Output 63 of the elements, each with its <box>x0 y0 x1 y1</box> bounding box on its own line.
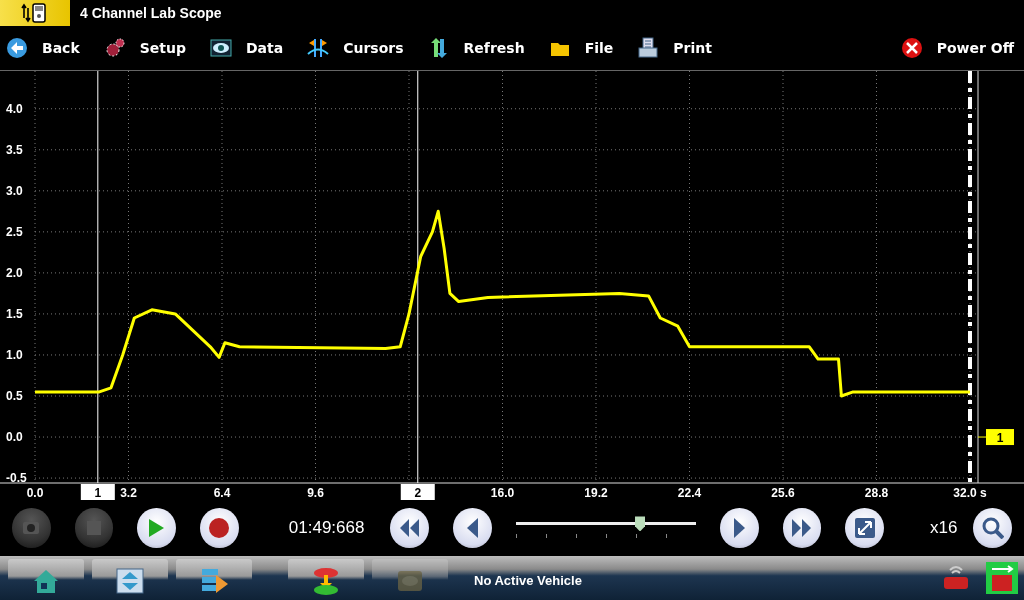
x-axis-label: 25.6 <box>771 485 795 500</box>
x-axis-label: 28.8 <box>864 485 889 500</box>
slider-thumb[interactable] <box>635 516 645 532</box>
step-forward-button[interactable] <box>719 508 759 549</box>
y-axis-label: 1.5 <box>6 306 23 321</box>
search-icon <box>981 517 1004 540</box>
x-axis-label: 22.4 <box>677 485 702 500</box>
y-axis-label: 2.5 <box>6 224 23 239</box>
step-back-icon <box>467 518 478 539</box>
y-axis-label: -0.5 <box>6 470 27 485</box>
window-title: 4 Channel Lab Scope <box>80 5 222 21</box>
fast-forward-icon <box>792 519 812 538</box>
resize-icon <box>854 518 875 539</box>
y-axis-label: 3.5 <box>6 142 23 157</box>
x-axis-label: 6.4 <box>213 485 231 500</box>
playback-slider[interactable] <box>515 516 696 541</box>
close-icon <box>900 36 923 59</box>
record-icon <box>209 518 230 539</box>
y-axis-label: 3.0 <box>6 183 23 198</box>
rewind-icon <box>400 519 420 538</box>
data-button[interactable]: Data <box>210 32 284 63</box>
x-axis-label: 32.0 s <box>953 485 987 500</box>
record-button[interactable] <box>200 508 239 549</box>
cursors-icon <box>307 36 330 59</box>
legend-label: 1 <box>996 430 1004 445</box>
y-axis-label: 1.0 <box>6 347 23 362</box>
x-axis-label: 9.6 <box>307 485 324 500</box>
vehicles-button[interactable] <box>288 559 364 598</box>
eye-icon <box>210 36 232 59</box>
gears-icon <box>103 36 126 59</box>
y-axis-label: 4.0 <box>6 101 23 116</box>
x-axis-label: 19.2 <box>584 485 608 500</box>
y-axis-label: 0.5 <box>6 388 23 403</box>
x-axis-label: 16.0 <box>490 485 515 500</box>
power-off-button[interactable]: Power Off <box>900 32 1014 63</box>
time-readout: 01:49:668 <box>288 518 365 539</box>
file-button[interactable]: File <box>548 32 614 63</box>
x-axis-label: 0.0 <box>26 485 44 500</box>
scope-device-icon <box>21 2 49 24</box>
y-axis-label: 2.0 <box>6 265 23 280</box>
fast-forward-button[interactable] <box>782 508 822 549</box>
cursor-line[interactable] <box>417 70 419 484</box>
rewind-button[interactable] <box>390 508 430 549</box>
setup-button[interactable]: Setup <box>103 32 186 63</box>
search-button[interactable] <box>973 508 1013 549</box>
vehicle-status: No Active Vehicle <box>474 573 583 588</box>
print-button[interactable]: Print <box>637 32 712 63</box>
camera-icon <box>23 522 40 535</box>
printer-icon <box>637 36 660 59</box>
fit-button[interactable] <box>845 508 884 549</box>
stop-icon <box>87 521 102 536</box>
step-forward-icon <box>733 518 745 539</box>
x-axis-label: 3.2 <box>120 485 137 500</box>
step-back-button[interactable] <box>453 508 492 549</box>
back-button[interactable]: Back <box>6 32 80 63</box>
play-icon <box>149 519 165 538</box>
zoom-factor: x16 <box>929 518 958 539</box>
usb-device-icon[interactable] <box>986 562 1018 595</box>
cursors-button[interactable]: Cursors <box>307 32 404 63</box>
y-axis-label: 0.0 <box>6 429 23 444</box>
play-button[interactable] <box>137 508 177 549</box>
refresh-button[interactable]: Refresh <box>427 32 525 63</box>
cursor-line[interactable] <box>97 70 99 484</box>
